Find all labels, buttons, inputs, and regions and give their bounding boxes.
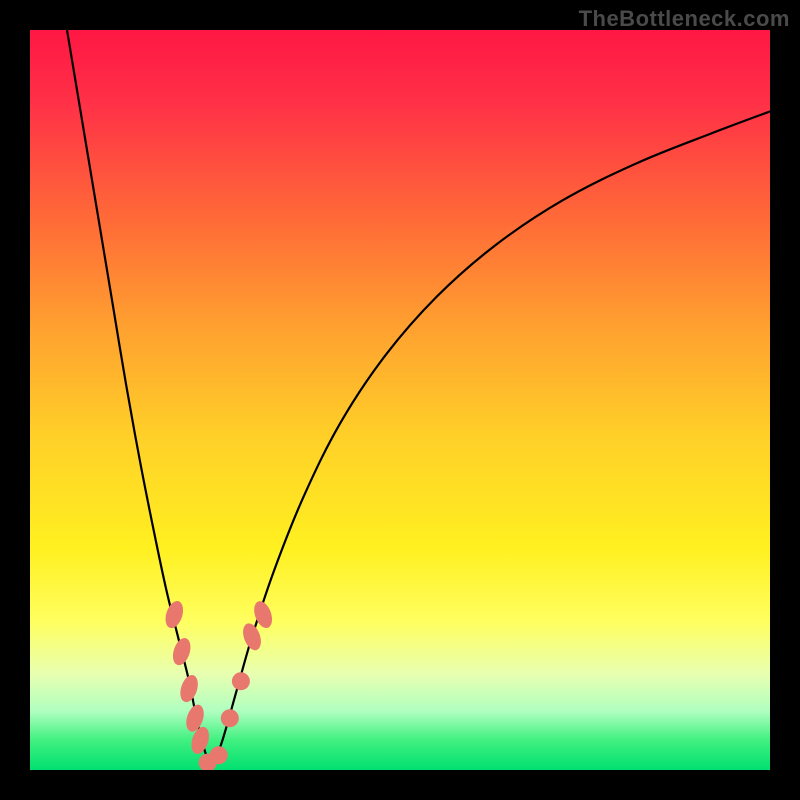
chart-container: TheBottleneck.com xyxy=(0,0,800,800)
left-curve xyxy=(67,30,211,770)
data-marker xyxy=(162,599,186,631)
data-marker xyxy=(177,673,201,705)
markers-group xyxy=(162,599,275,770)
plot-area xyxy=(30,30,770,770)
watermark-text: TheBottleneck.com xyxy=(579,6,790,32)
data-marker xyxy=(221,709,239,727)
data-marker xyxy=(170,636,194,668)
data-marker xyxy=(232,672,250,690)
right-curve xyxy=(211,111,770,770)
data-marker xyxy=(210,746,228,764)
data-marker xyxy=(240,621,265,653)
curves-svg xyxy=(30,30,770,770)
